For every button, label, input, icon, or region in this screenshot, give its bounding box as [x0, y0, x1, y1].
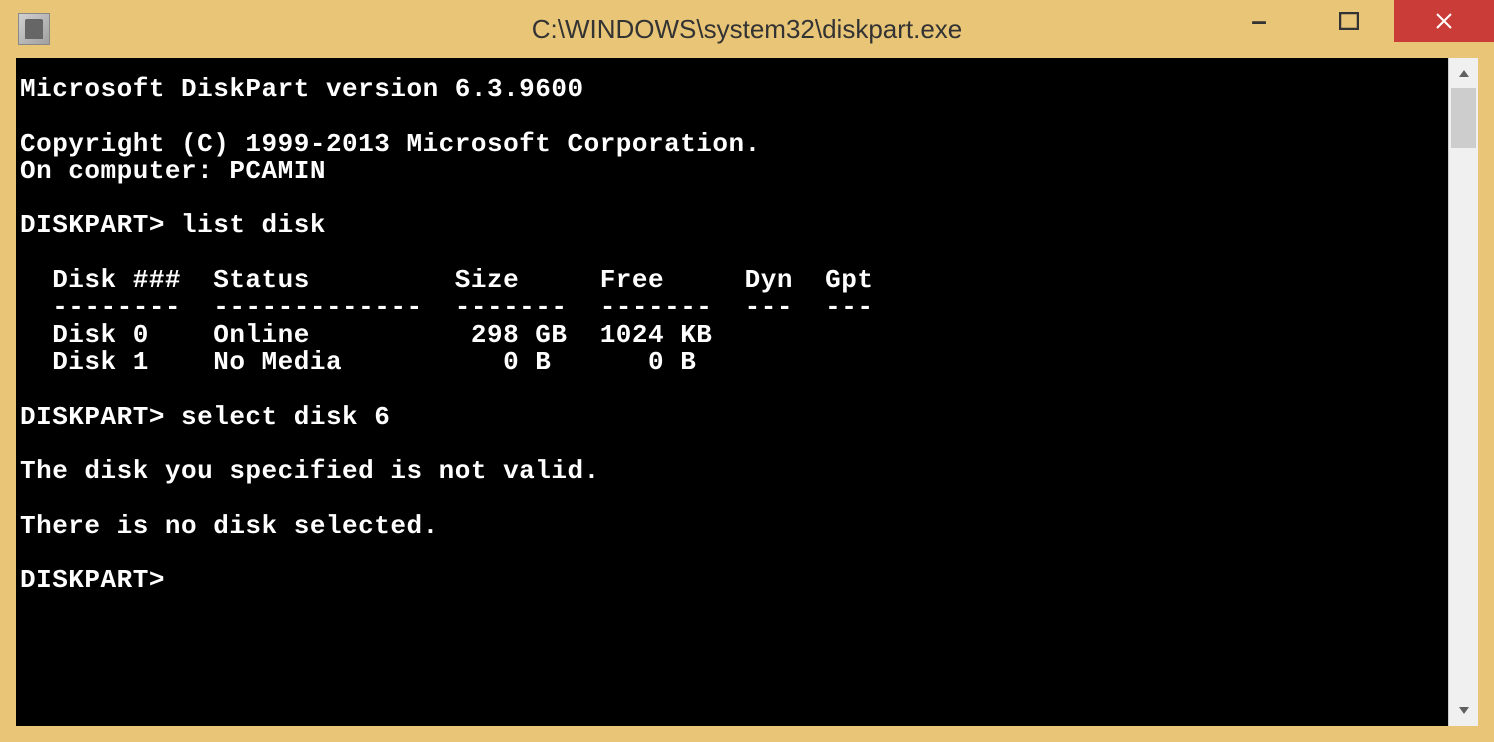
console-line: On computer: PCAMIN — [20, 156, 326, 186]
console-prompt: DISKPART> list disk — [20, 210, 326, 240]
table-divider: -------- ------------- ------- ------- -… — [20, 292, 873, 322]
window-title: C:\WINDOWS\system32\diskpart.exe — [532, 14, 963, 45]
maximize-button[interactable] — [1304, 0, 1394, 42]
scroll-down-button[interactable] — [1449, 696, 1478, 726]
scroll-thumb[interactable] — [1451, 88, 1476, 148]
titlebar[interactable]: C:\WINDOWS\system32\diskpart.exe – — [0, 0, 1494, 58]
console-line: Copyright (C) 1999-2013 Microsoft Corpor… — [20, 129, 761, 159]
scroll-up-button[interactable] — [1449, 58, 1478, 88]
console-prompt: DISKPART> select disk 6 — [20, 402, 390, 432]
close-button[interactable] — [1394, 0, 1494, 42]
console-line: Microsoft DiskPart version 6.3.9600 — [20, 74, 584, 104]
client-area: Microsoft DiskPart version 6.3.9600 Copy… — [0, 58, 1494, 742]
console-line: There is no disk selected. — [20, 511, 439, 541]
table-header: Disk ### Status Size Free Dyn Gpt — [20, 265, 873, 295]
table-row: Disk 0 Online 298 GB 1024 KB — [20, 320, 712, 350]
console-line: The disk you specified is not valid. — [20, 456, 600, 486]
diskpart-window: C:\WINDOWS\system32\diskpart.exe – Micro… — [0, 0, 1494, 742]
minimize-button[interactable]: – — [1214, 0, 1304, 42]
vertical-scrollbar[interactable] — [1448, 58, 1478, 726]
console-prompt: DISKPART> — [20, 565, 165, 595]
table-row: Disk 1 No Media 0 B 0 B — [20, 347, 696, 377]
window-controls: – — [1214, 0, 1494, 58]
app-icon — [18, 13, 50, 45]
scroll-track[interactable] — [1449, 88, 1478, 696]
console-output[interactable]: Microsoft DiskPart version 6.3.9600 Copy… — [16, 58, 1448, 726]
